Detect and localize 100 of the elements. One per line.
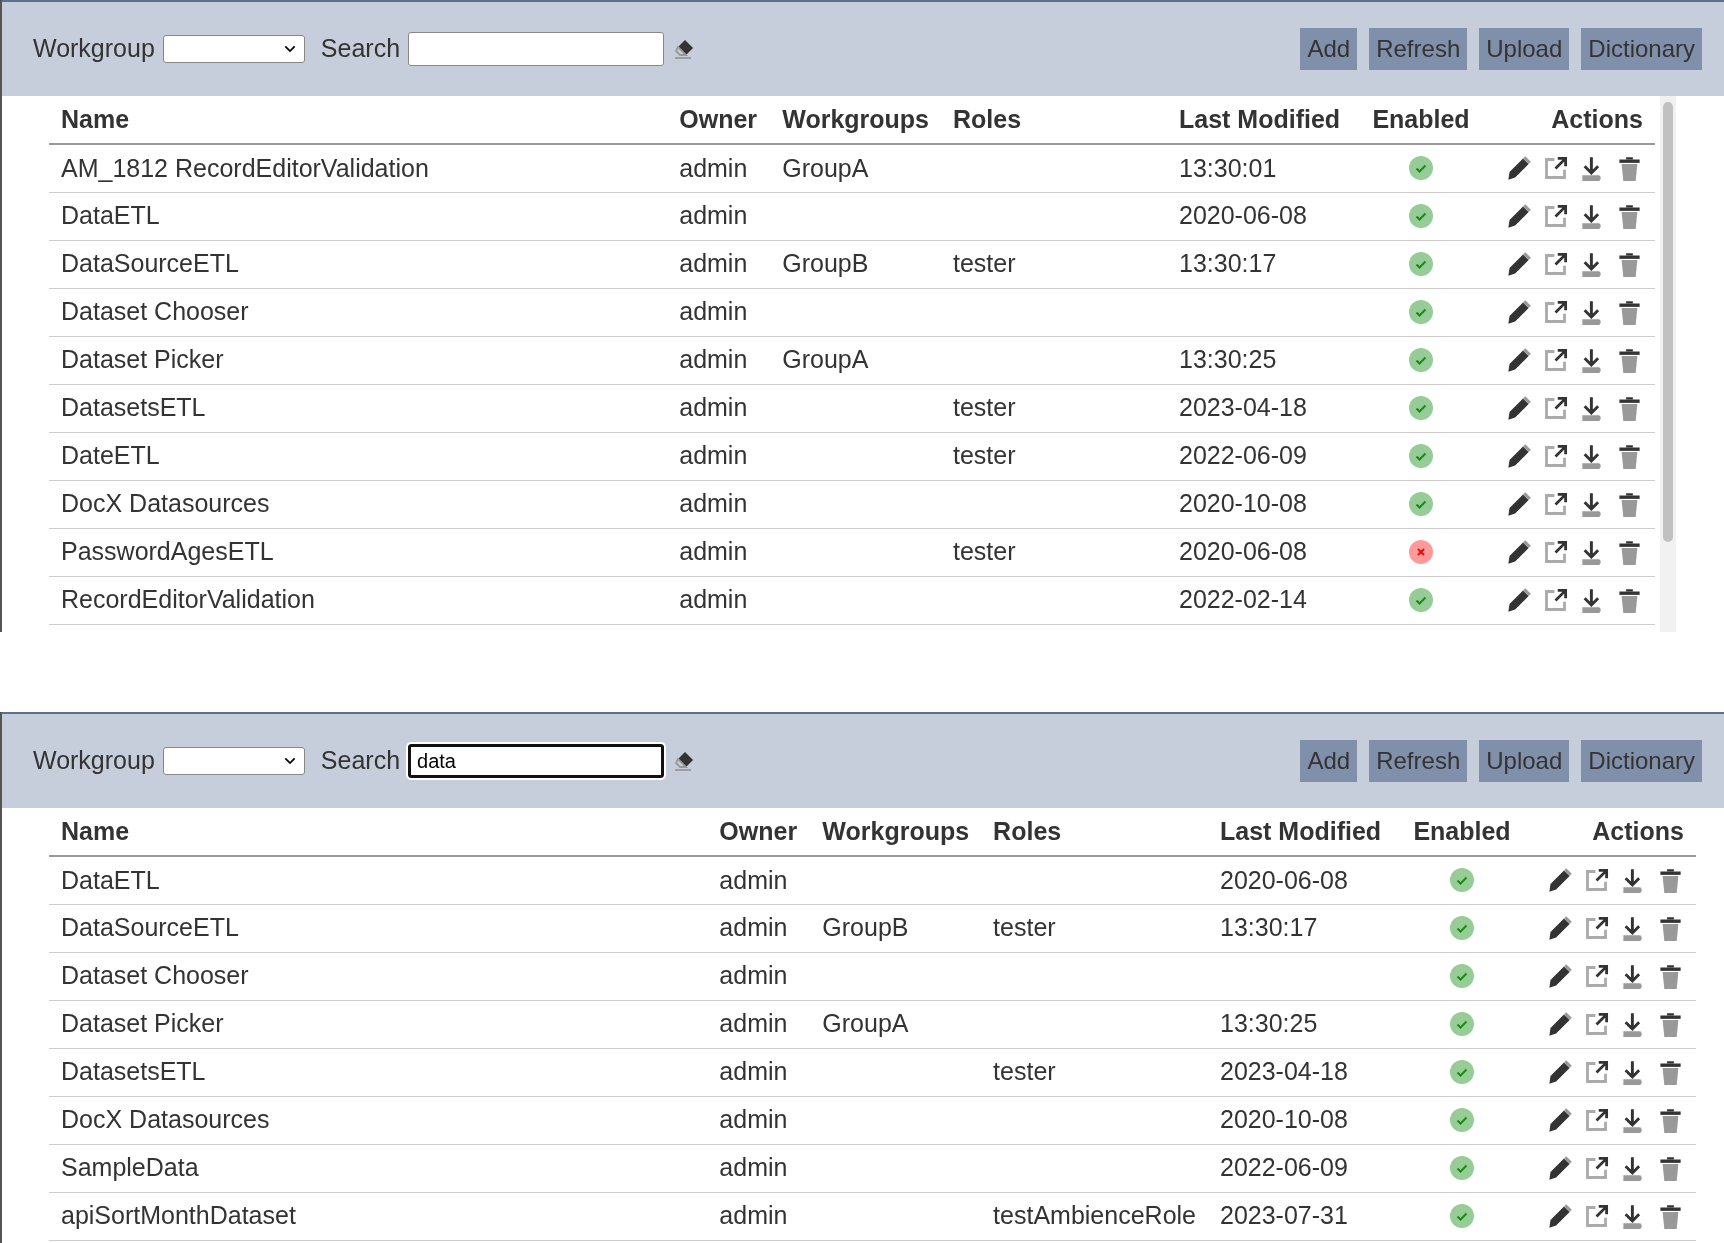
pencil-icon[interactable] (1546, 1106, 1573, 1134)
external-link-icon[interactable] (1542, 538, 1569, 566)
external-link-icon[interactable] (1542, 154, 1569, 182)
dictionary-button[interactable]: Dictionary (1581, 28, 1702, 70)
column-header: Workgroups (810, 808, 982, 856)
pencil-icon[interactable] (1505, 250, 1532, 278)
trash-icon[interactable] (1657, 914, 1684, 942)
external-link-icon[interactable] (1583, 1202, 1610, 1230)
external-link-icon[interactable] (1542, 490, 1569, 518)
table-cell: Dataset Chooser (49, 288, 668, 336)
workgroup-label: Workgroup (33, 745, 155, 777)
trash-icon[interactable] (1657, 1202, 1684, 1230)
external-link-icon[interactable] (1583, 866, 1610, 894)
table-cell: PasswordAgesETL (49, 528, 668, 576)
external-link-icon[interactable] (1583, 1058, 1610, 1086)
table-cell: Dataset Picker (49, 336, 668, 384)
trash-icon[interactable] (1616, 394, 1643, 422)
pencil-icon[interactable] (1505, 346, 1532, 374)
pencil-icon[interactable] (1546, 866, 1573, 894)
table-cell: admin (707, 1096, 811, 1144)
external-link-icon[interactable] (1583, 962, 1610, 990)
pencil-icon[interactable] (1505, 394, 1532, 422)
column-header: Workgroups (770, 96, 941, 144)
table-cell: GroupA (770, 144, 941, 192)
external-link-icon[interactable] (1542, 250, 1569, 278)
trash-icon[interactable] (1616, 442, 1643, 470)
trash-icon[interactable] (1657, 962, 1684, 990)
refresh-button[interactable]: Refresh (1369, 740, 1468, 782)
trash-icon[interactable] (1657, 1058, 1684, 1086)
trash-icon[interactable] (1616, 250, 1643, 278)
external-link-icon[interactable] (1542, 586, 1569, 614)
trash-icon[interactable] (1616, 154, 1643, 182)
trash-icon[interactable] (1616, 586, 1643, 614)
column-header: Enabled (1396, 808, 1528, 856)
external-link-icon[interactable] (1542, 394, 1569, 422)
external-link-icon[interactable] (1542, 298, 1569, 326)
table-cell: admin (667, 288, 771, 336)
external-link-icon[interactable] (1583, 1010, 1610, 1038)
pencil-icon[interactable] (1546, 1010, 1573, 1038)
trash-icon[interactable] (1657, 866, 1684, 894)
table-cell: DataSourceETL (49, 904, 708, 952)
table-cell: DataETL (49, 192, 668, 240)
table-cell: admin (667, 240, 771, 288)
search-field[interactable]: data (408, 744, 665, 778)
table-cell: admin (667, 576, 771, 624)
table-cell: 2022-06-09 (1208, 1144, 1396, 1192)
column-header: Owner (667, 96, 771, 144)
scrollbar[interactable] (1660, 96, 1676, 632)
add-button[interactable]: Add (1300, 740, 1358, 782)
search-field[interactable] (408, 32, 665, 66)
table-cell: tester (981, 904, 1208, 952)
external-link-icon[interactable] (1542, 442, 1569, 470)
external-link-icon[interactable] (1583, 914, 1610, 942)
trash-icon[interactable] (1616, 298, 1643, 326)
trash-icon[interactable] (1616, 538, 1643, 566)
table-cell: 13:30:17 (1208, 904, 1396, 952)
pencil-icon[interactable] (1505, 202, 1532, 230)
table-cell: 2020-06-08 (1167, 528, 1355, 576)
table-cell: DateETL (49, 432, 668, 480)
pencil-icon[interactable] (1546, 1202, 1573, 1230)
add-button[interactable]: Add (1300, 28, 1358, 70)
table-cell: 2020-10-08 (1167, 480, 1355, 528)
scrollbar-thumb[interactable] (1663, 102, 1673, 542)
table-cell: SampleData (49, 1144, 708, 1192)
pencil-icon[interactable] (1546, 962, 1573, 990)
pencil-icon[interactable] (1505, 154, 1532, 182)
refresh-button[interactable]: Refresh (1369, 28, 1468, 70)
external-link-icon[interactable] (1583, 1154, 1610, 1182)
pencil-icon[interactable] (1505, 490, 1532, 518)
table-cell: admin (667, 432, 771, 480)
trash-icon[interactable] (1657, 1154, 1684, 1182)
workgroup-dropdown[interactable] (162, 35, 305, 63)
table-cell: admin (667, 192, 771, 240)
table-cell: admin (707, 1048, 811, 1096)
external-link-icon[interactable] (1542, 346, 1569, 374)
pencil-icon[interactable] (1505, 538, 1532, 566)
trash-icon[interactable] (1616, 202, 1643, 230)
table-cell: admin (667, 144, 771, 192)
pencil-icon[interactable] (1546, 914, 1573, 942)
table-cell: DataETL (49, 856, 708, 904)
upload-button[interactable]: Upload (1479, 28, 1570, 70)
upload-button[interactable]: Upload (1479, 740, 1570, 782)
external-link-icon[interactable] (1583, 1106, 1610, 1134)
trash-icon[interactable] (1616, 490, 1643, 518)
workgroup-dropdown[interactable] (162, 747, 305, 775)
pencil-icon[interactable] (1505, 298, 1532, 326)
pencil-icon[interactable] (1546, 1154, 1573, 1182)
pencil-icon[interactable] (1546, 1058, 1573, 1086)
table-cell: 13:30:17 (1167, 240, 1355, 288)
trash-icon[interactable] (1657, 1010, 1684, 1038)
table-cell: DocX Datasources (49, 480, 668, 528)
trash-icon[interactable] (1657, 1106, 1684, 1134)
table-cell: tester (941, 528, 1167, 576)
pencil-icon[interactable] (1505, 442, 1532, 470)
external-link-icon[interactable] (1542, 202, 1569, 230)
pencil-icon[interactable] (1505, 586, 1532, 614)
trash-icon[interactable] (1616, 346, 1643, 374)
table-cell: RecordEditorValidation (49, 576, 668, 624)
dictionary-button[interactable]: Dictionary (1581, 740, 1702, 782)
table-cell: AM_1812 RecordEditorValidation (49, 144, 668, 192)
